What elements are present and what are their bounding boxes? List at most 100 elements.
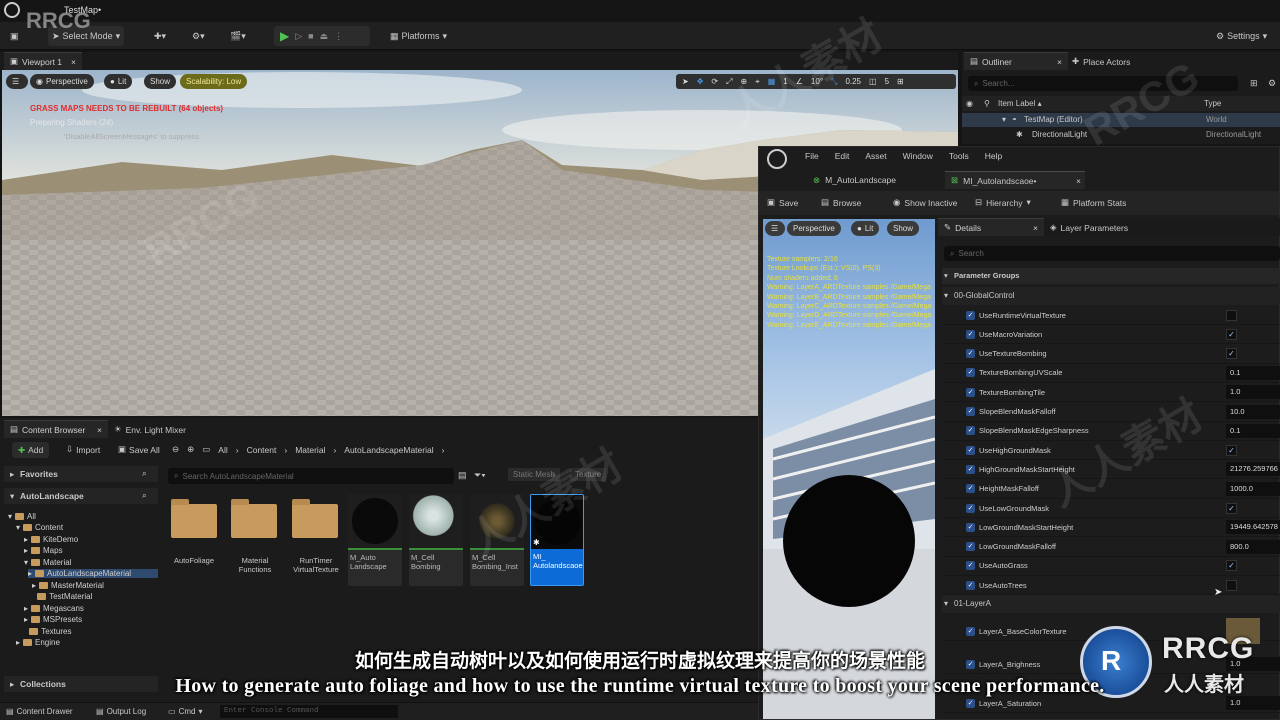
parameter-value-input[interactable]: 1000.0 bbox=[1226, 481, 1280, 496]
parameter-value-input[interactable]: 0.1 bbox=[1226, 365, 1280, 380]
parameter-value-input[interactable]: 0.1 bbox=[1226, 423, 1280, 438]
save-all-button[interactable]: ▣ Save All bbox=[118, 444, 160, 455]
tab-m-autolandscape[interactable]: ⊗ M_AutoLandscape bbox=[809, 171, 941, 189]
add-content-button[interactable]: ✚▾ bbox=[150, 26, 170, 46]
override-checkbox[interactable]: ✓ bbox=[966, 368, 975, 378]
more-icon[interactable]: ⋮ bbox=[334, 31, 343, 42]
preview-perspective-button[interactable]: Perspective bbox=[787, 221, 841, 236]
tree-item[interactable]: ▸ Maps bbox=[24, 546, 63, 555]
parameter-groups-header[interactable]: ▾ Parameter Groups bbox=[942, 268, 1280, 284]
add-button[interactable]: ✚ Add bbox=[12, 442, 50, 458]
preview-show-button[interactable]: Show bbox=[887, 221, 920, 236]
tab-mi-autolandscaoe[interactable]: ⊠ MI_Autolandscaoe• × bbox=[945, 171, 1085, 189]
asset-search-input[interactable]: ⌕ Search AutoLandscapeMaterial bbox=[168, 468, 454, 484]
crumb-content[interactable]: Content bbox=[247, 445, 277, 455]
parameter-checkbox[interactable]: ✓ bbox=[1226, 328, 1237, 340]
tree-item[interactable]: ▸ MSPresets bbox=[24, 615, 82, 624]
import-button[interactable]: ⇩ Import bbox=[66, 444, 100, 455]
platforms-dropdown[interactable]: ▦ Platforms ▾ bbox=[386, 26, 451, 46]
tab-content-browser[interactable]: ▤ Content Browser × bbox=[4, 420, 108, 438]
override-checkbox[interactable]: ✓ bbox=[966, 464, 975, 474]
group-header[interactable]: ▾ 00-GlobalControl bbox=[942, 287, 1280, 305]
folder-icon[interactable] bbox=[231, 499, 277, 538]
parameter-checkbox[interactable]: ✓ bbox=[1226, 560, 1237, 572]
tree-item[interactable]: TestMaterial bbox=[32, 592, 92, 601]
override-checkbox[interactable]: ✓ bbox=[966, 426, 975, 436]
camera-speed[interactable]: 5 bbox=[885, 77, 889, 86]
parameter-checkbox[interactable]: ✓ bbox=[1226, 502, 1237, 514]
close-icon[interactable]: × bbox=[71, 57, 76, 67]
hierarchy-dropdown[interactable]: ⊟ Hierarchy ▾ bbox=[975, 197, 1031, 208]
layout-icon[interactable]: ⊞ bbox=[897, 77, 904, 86]
lit-button[interactable]: ● Lit bbox=[104, 74, 133, 89]
scalability-button[interactable]: Scalability: Low bbox=[180, 74, 248, 89]
col-item-label[interactable]: Item Label ▴ bbox=[998, 99, 1042, 108]
menu-help[interactable]: Help bbox=[985, 151, 1002, 161]
parameter-value-input[interactable]: 10.0 bbox=[1226, 404, 1280, 419]
show-button[interactable]: Show bbox=[144, 74, 177, 89]
parameter-checkbox[interactable]: ✓ bbox=[1226, 444, 1237, 456]
camera-speed-icon[interactable]: ◫ bbox=[869, 77, 877, 86]
override-checkbox[interactable]: ✓ bbox=[966, 503, 975, 513]
override-checkbox[interactable]: ✓ bbox=[966, 445, 975, 455]
platform-stats-button[interactable]: ▦ Platform Stats bbox=[1061, 197, 1126, 208]
settings-button[interactable]: ⚙ Settings ▾ bbox=[1212, 26, 1271, 46]
tab-viewport[interactable]: ▣ Viewport 1 × bbox=[4, 52, 82, 70]
override-checkbox[interactable]: ✓ bbox=[966, 522, 975, 532]
override-checkbox[interactable]: ✓ bbox=[966, 626, 975, 636]
folder-icon[interactable] bbox=[292, 499, 338, 538]
close-icon[interactable]: × bbox=[1057, 57, 1062, 67]
override-checkbox[interactable]: ✓ bbox=[966, 329, 975, 339]
tab-layer-parameters[interactable]: ◈ Layer Parameters bbox=[1050, 222, 1128, 233]
tree-item[interactable]: Textures bbox=[24, 627, 71, 636]
project-header[interactable]: ▾ AutoLandscape ⌕ bbox=[4, 488, 158, 504]
move-icon[interactable]: ✥ bbox=[697, 77, 704, 86]
tab-env-light-mixer[interactable]: ☀ Env. Light Mixer bbox=[114, 424, 186, 435]
forward-icon[interactable]: ⊕ bbox=[187, 444, 194, 455]
crumb-autolandscape[interactable]: AutoLandscapeMaterial bbox=[344, 445, 433, 455]
folder-icon[interactable] bbox=[171, 499, 217, 538]
eject-icon[interactable]: ⏏ bbox=[320, 31, 329, 42]
menu-tools[interactable]: Tools bbox=[949, 151, 969, 161]
parameter-checkbox[interactable] bbox=[1226, 579, 1237, 591]
parameter-checkbox[interactable] bbox=[1226, 309, 1237, 321]
favorites-header[interactable]: ▸ Favorites ⌕ bbox=[4, 466, 158, 482]
content-drawer-button[interactable]: ▤ Content Drawer bbox=[6, 707, 73, 716]
gear-icon[interactable]: ⚙ bbox=[1268, 78, 1276, 89]
output-log-button[interactable]: ▤ Output Log bbox=[96, 707, 146, 716]
close-icon[interactable]: × bbox=[1033, 223, 1038, 233]
override-checkbox[interactable]: ✓ bbox=[966, 310, 975, 320]
override-checkbox[interactable]: ✓ bbox=[966, 698, 975, 708]
override-checkbox[interactable]: ✓ bbox=[966, 542, 975, 552]
parameter-value-input[interactable]: 1.0 bbox=[1226, 696, 1280, 710]
browse-button[interactable]: ▤ Browse bbox=[821, 197, 861, 208]
asset-tile[interactable]: M_Auto Landscape bbox=[348, 494, 402, 586]
col-type[interactable]: Type bbox=[1204, 99, 1221, 108]
tree-item[interactable]: ▸ MasterMaterial bbox=[32, 581, 104, 590]
crumb-all[interactable]: All bbox=[218, 445, 227, 455]
override-checkbox[interactable]: ✓ bbox=[966, 407, 975, 416]
save-search-icon[interactable]: ▤ bbox=[458, 470, 467, 481]
stop-icon[interactable]: ■ bbox=[308, 31, 313, 41]
close-icon[interactable]: × bbox=[1076, 176, 1081, 186]
back-icon[interactable]: ⊖ bbox=[172, 444, 179, 455]
cinematics-button[interactable]: 🎬▾ bbox=[226, 26, 250, 46]
parameter-value-input[interactable]: 19449.642578 bbox=[1226, 520, 1280, 535]
expand-icon[interactable]: ▾ bbox=[1002, 115, 1006, 124]
tree-item[interactable]: ▸ Megascans bbox=[24, 604, 84, 613]
tab-details[interactable]: ✎ Details × bbox=[938, 218, 1044, 236]
menu-edit[interactable]: Edit bbox=[835, 151, 850, 161]
close-icon[interactable]: × bbox=[97, 425, 102, 435]
menu-file[interactable]: File bbox=[805, 151, 819, 161]
parameter-checkbox[interactable]: ✓ bbox=[1226, 348, 1237, 360]
save-button[interactable]: ▣ Save bbox=[767, 197, 798, 208]
search-icon[interactable]: ⌕ bbox=[142, 490, 147, 501]
parameter-value-input[interactable]: 1.0 bbox=[1226, 385, 1280, 400]
crumb-material[interactable]: Material bbox=[295, 445, 325, 455]
tab-place-actors[interactable]: ✚ Place Actors bbox=[1072, 56, 1130, 67]
menu-window[interactable]: Window bbox=[903, 151, 933, 161]
tree-item[interactable]: ▾ Content bbox=[16, 523, 63, 532]
blueprint-button[interactable]: ⚙▾ bbox=[188, 26, 209, 46]
tree-item[interactable]: ▾ Material bbox=[24, 558, 71, 567]
search-icon[interactable]: ⌕ bbox=[142, 468, 147, 479]
